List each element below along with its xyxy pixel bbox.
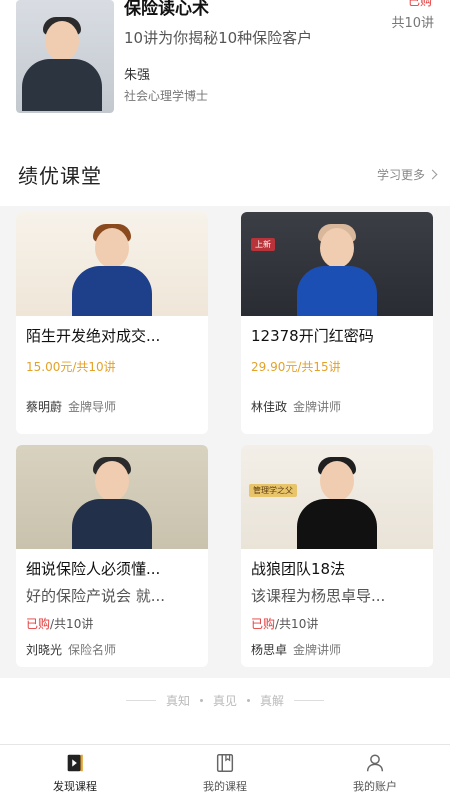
course-card[interactable]: 细说保险人必须懂... 好的保险产说会 就... 已购/共10讲 刘晓光 保险名师: [16, 445, 208, 667]
bottom-tab-bar: 发现课程 我的课程 我的账户: [0, 744, 450, 801]
course-author: 蔡明蔚 金牌导师: [26, 398, 116, 415]
tab-my-courses[interactable]: 我的课程: [150, 745, 300, 801]
course-author: 杨思卓 金牌讲师: [251, 641, 341, 658]
course-card[interactable]: 陌生开发绝对成交... 15.00元/共10讲 蔡明蔚 金牌导师: [16, 212, 208, 434]
featured-course-title: 保险读心术: [124, 0, 209, 19]
course-title: 陌生开发绝对成交...: [26, 327, 161, 345]
course-status: 已购/共10讲: [251, 615, 318, 632]
author-role: 金牌讲师: [293, 400, 342, 414]
author-name: 杨思卓: [251, 643, 288, 657]
course-thumbnail: [16, 212, 208, 316]
divider: [125, 700, 156, 701]
author-name: 蔡明蔚: [26, 400, 63, 414]
purchased-label: 已购: [251, 617, 276, 631]
course-title: 细说保险人必须懂...: [26, 560, 161, 578]
tab-discover[interactable]: 发现课程: [0, 745, 150, 801]
tab-label: 我的账户: [353, 780, 397, 793]
course-title: 战狼团队18法: [251, 560, 346, 578]
learn-more-label: 学习更多: [376, 168, 425, 182]
user-icon: [366, 754, 384, 772]
learn-more-link[interactable]: 学习更多: [376, 166, 438, 183]
book-icon: [216, 754, 234, 772]
tagline-word: 真见: [212, 694, 237, 708]
course-price: 15.00元/共10讲: [26, 360, 116, 374]
featured-course-thumbnail: [16, 0, 114, 113]
purchased-label: 已购: [26, 617, 51, 631]
tab-label: 发现课程: [53, 780, 97, 793]
featured-course-card[interactable]: 保险读心术 10讲为你揭秘10种保险客户 朱强 社会心理学博士 已购 共10讲: [0, 0, 450, 140]
course-price: 29.90元/共15讲: [251, 360, 341, 374]
new-tag: 上新: [251, 238, 275, 251]
featured-course-subtitle: 10讲为你揭秘10种保险客户: [124, 29, 313, 47]
course-description: 好的保险产说会 就...: [26, 587, 166, 605]
tagline-word: 真知: [165, 694, 190, 708]
divider-dot: [247, 699, 250, 702]
author-name: 林佳政: [251, 400, 288, 414]
course-description: 该课程为杨思卓导...: [251, 587, 386, 605]
course-author: 林佳政 金牌讲师: [251, 398, 341, 415]
featured-course-role: 社会心理学博士: [124, 89, 209, 103]
tab-label: 我的课程: [203, 780, 247, 793]
author-role: 金牌导师: [68, 400, 117, 414]
course-card[interactable]: 上新 12378开门红密码 29.90元/共15讲 林佳政 金牌讲师: [241, 212, 433, 434]
course-author: 刘晓光 保险名师: [26, 641, 116, 658]
course-title: 12378开门红密码: [251, 327, 374, 345]
course-thumbnail: 管理学之父: [241, 445, 433, 549]
footer-tagline: 真知 真见 真解: [0, 692, 450, 709]
tagline-word: 真解: [260, 694, 285, 708]
course-tag: 管理学之父: [249, 484, 297, 497]
divider-dot: [199, 699, 203, 702]
lesson-count: /共10讲: [275, 617, 319, 631]
course-thumbnail: 上新: [241, 212, 433, 316]
author-name: 刘晓光: [26, 643, 63, 657]
author-role: 金牌讲师: [293, 643, 342, 657]
discover-icon: [67, 754, 83, 772]
lesson-count: 共10讲: [391, 16, 434, 31]
divider: [294, 700, 325, 701]
lesson-count: /共10讲: [50, 617, 94, 631]
author-role: 保险名师: [68, 643, 117, 657]
section-title: 绩优课堂: [18, 164, 102, 188]
tab-my-account[interactable]: 我的账户: [300, 745, 450, 801]
purchased-badge: 已购: [407, 0, 432, 8]
course-status: 已购/共10讲: [26, 615, 93, 632]
featured-course-author: 朱强: [124, 68, 151, 83]
chevron-right-icon: [427, 169, 438, 180]
course-card[interactable]: 管理学之父 战狼团队18法 该课程为杨思卓导... 已购/共10讲 杨思卓 金牌讲…: [241, 445, 433, 667]
course-thumbnail: [16, 445, 208, 549]
